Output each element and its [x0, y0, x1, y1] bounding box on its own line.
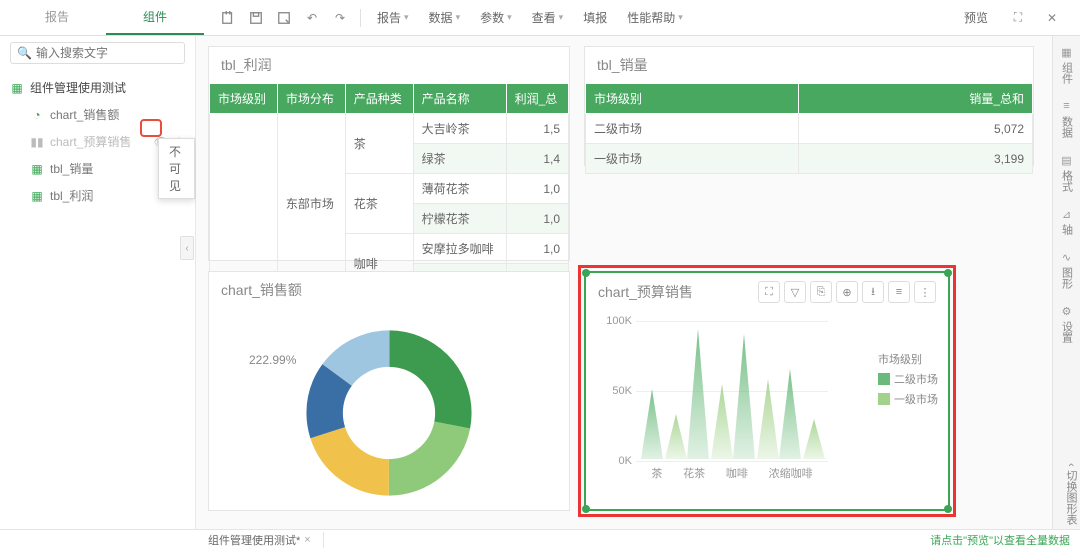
- topbar: 报告 组件 ↶ ↷ 报告▾ 数据▾ 参数▾ 查看▾ 填报 性能帮助▾ 预览 ⛶ …: [0, 0, 1080, 36]
- chart-legend: 市场级别 二级市场 一级市场: [878, 351, 938, 407]
- search-box: 🔍: [0, 36, 195, 70]
- menu-fill[interactable]: 填报: [575, 6, 615, 30]
- table-row[interactable]: 一级市场东部市场茶大吉岭茶1,5: [210, 114, 569, 144]
- menu-view[interactable]: 查看▾: [524, 6, 572, 30]
- panel-chart-budget[interactable]: chart_预算销售 ⛶ ▽ ⎘ ⊕ ⭳ ≡ ⋮ 100K 50K 0K: [584, 271, 950, 511]
- export-icon[interactable]: ⭳: [862, 281, 884, 303]
- menu-params[interactable]: 参数▾: [472, 6, 520, 30]
- bar-icon: ▮▮: [30, 135, 44, 149]
- left-panel-tabs: 报告 组件: [8, 0, 204, 35]
- menu-data[interactable]: 数据▾: [421, 6, 469, 30]
- right-rail: ▦组件 ≡数据 ▤格式 ⊿轴 ∿图形 ⚙设置: [1052, 36, 1080, 529]
- tab-report[interactable]: 报告: [8, 0, 106, 35]
- rail-component[interactable]: ▦组件: [1059, 44, 1075, 84]
- filter-icon[interactable]: ▽: [784, 281, 806, 303]
- zoom-icon[interactable]: ⊕: [836, 281, 858, 303]
- preview-button[interactable]: 预览: [956, 6, 996, 30]
- vertical-note[interactable]: ‹ 切换图形表: [1063, 463, 1079, 525]
- chart-toolbar: ⛶ ▽ ⎘ ⊕ ⭳ ≡ ⋮: [758, 281, 936, 303]
- data-icon: ≡: [1059, 98, 1075, 114]
- tab-component[interactable]: 组件: [106, 0, 204, 35]
- panel-title: tbl_销量: [585, 47, 1033, 83]
- footer: 组件管理使用测试*× 请点击"预览"以查看全量数据: [0, 529, 1080, 549]
- shape-icon: ∿: [1059, 249, 1075, 265]
- table-row[interactable]: 二级市场5,072: [586, 114, 1033, 144]
- new-icon[interactable]: [216, 6, 240, 30]
- search-input[interactable]: [36, 46, 178, 60]
- panel-title: chart_销售额: [209, 272, 569, 308]
- menu-perf[interactable]: 性能帮助▾: [619, 6, 691, 30]
- collapse-sidebar-icon[interactable]: ‹: [180, 236, 194, 260]
- redo-icon[interactable]: ↷: [328, 6, 352, 30]
- close-tab-icon[interactable]: ×: [304, 534, 310, 546]
- save-as-icon[interactable]: [272, 6, 296, 30]
- canvas: tbl_利润 市场级别市场分布产品种类产品名称利润_总 一级市场东部市场茶大吉岭…: [196, 36, 1052, 529]
- search-icon: 🔍: [17, 46, 32, 60]
- table-row[interactable]: 一级市场3,199: [586, 144, 1033, 174]
- gear-icon: ⚙: [1059, 303, 1075, 319]
- toolbar: ↶ ↷ 报告▾ 数据▾ 参数▾ 查看▾ 填报 性能帮助▾: [204, 6, 956, 30]
- rail-settings[interactable]: ⚙设置: [1059, 303, 1075, 343]
- area-chart: 100K 50K 0K 茶 花茶 咖啡 浓缩咖啡: [586, 311, 948, 491]
- sidebar: 🔍 ▦ 组件管理使用测试 ◔ chart_销售额 ▮▮ chart_预算销售 👁: [0, 36, 196, 529]
- menu-report[interactable]: 报告▾: [369, 6, 417, 30]
- panel-tbl-profit[interactable]: tbl_利润 市场级别市场分布产品种类产品名称利润_总 一级市场东部市场茶大吉岭…: [208, 46, 570, 261]
- profit-table: 市场级别市场分布产品种类产品名称利润_总 一级市场东部市场茶大吉岭茶1,5 绿茶…: [209, 83, 569, 294]
- list-icon[interactable]: ≡: [888, 281, 910, 303]
- report-icon: ▦: [10, 81, 24, 95]
- expand-icon[interactable]: ⛶: [758, 281, 780, 303]
- copy-icon[interactable]: ⎘: [810, 281, 832, 303]
- donut-icon: ◔: [30, 108, 44, 122]
- fullscreen-icon[interactable]: ⛶: [1006, 6, 1030, 30]
- undo-icon[interactable]: ↶: [300, 6, 324, 30]
- rail-axis[interactable]: ⊿轴: [1059, 206, 1075, 235]
- tooltip-invisible: 不可见: [158, 138, 195, 199]
- topbar-right: 预览 ⛶ ✕: [956, 6, 1072, 30]
- panel-chart-sales[interactable]: chart_销售额 222.99%: [208, 271, 570, 511]
- rail-shape[interactable]: ∿图形: [1059, 249, 1075, 289]
- rail-format[interactable]: ▤格式: [1059, 152, 1075, 192]
- sales-table: 市场级别销量_总和 二级市场5,072 一级市场3,199: [585, 83, 1033, 174]
- panel-title: chart_预算销售 ⛶ ▽ ⎘ ⊕ ⭳ ≡ ⋮: [586, 273, 948, 311]
- save-icon[interactable]: [244, 6, 268, 30]
- footer-hint: 请点击"预览"以查看全量数据: [930, 532, 1080, 548]
- donut-chart: 222.99%: [209, 308, 569, 518]
- table-header: 市场级别市场分布产品种类产品名称利润_总: [210, 84, 569, 114]
- panel-title: tbl_利润: [209, 47, 569, 83]
- footer-tab[interactable]: 组件管理使用测试*×: [196, 532, 324, 548]
- more-icon[interactable]: ⋮: [914, 281, 936, 303]
- format-icon: ▤: [1059, 152, 1075, 168]
- panel-tbl-sales[interactable]: tbl_销量 市场级别销量_总和 二级市场5,072 一级市场3,199: [584, 46, 1034, 166]
- component-tree: ▦ 组件管理使用测试 ◔ chart_销售额 ▮▮ chart_预算销售 👁 ⋮…: [0, 70, 195, 213]
- table-icon: ▦: [30, 162, 44, 176]
- rail-data[interactable]: ≡数据: [1059, 98, 1075, 138]
- axis-icon: ⊿: [1059, 206, 1075, 222]
- table-header: 市场级别销量_总和: [586, 84, 1033, 114]
- component-icon: ▦: [1059, 44, 1075, 60]
- tree-item-chart-sales[interactable]: ◔ chart_销售额: [0, 101, 195, 128]
- donut-label: 222.99%: [249, 353, 296, 367]
- table-icon: ▦: [30, 189, 44, 203]
- tree-root[interactable]: ▦ 组件管理使用测试: [0, 74, 195, 101]
- close-icon[interactable]: ✕: [1040, 6, 1064, 30]
